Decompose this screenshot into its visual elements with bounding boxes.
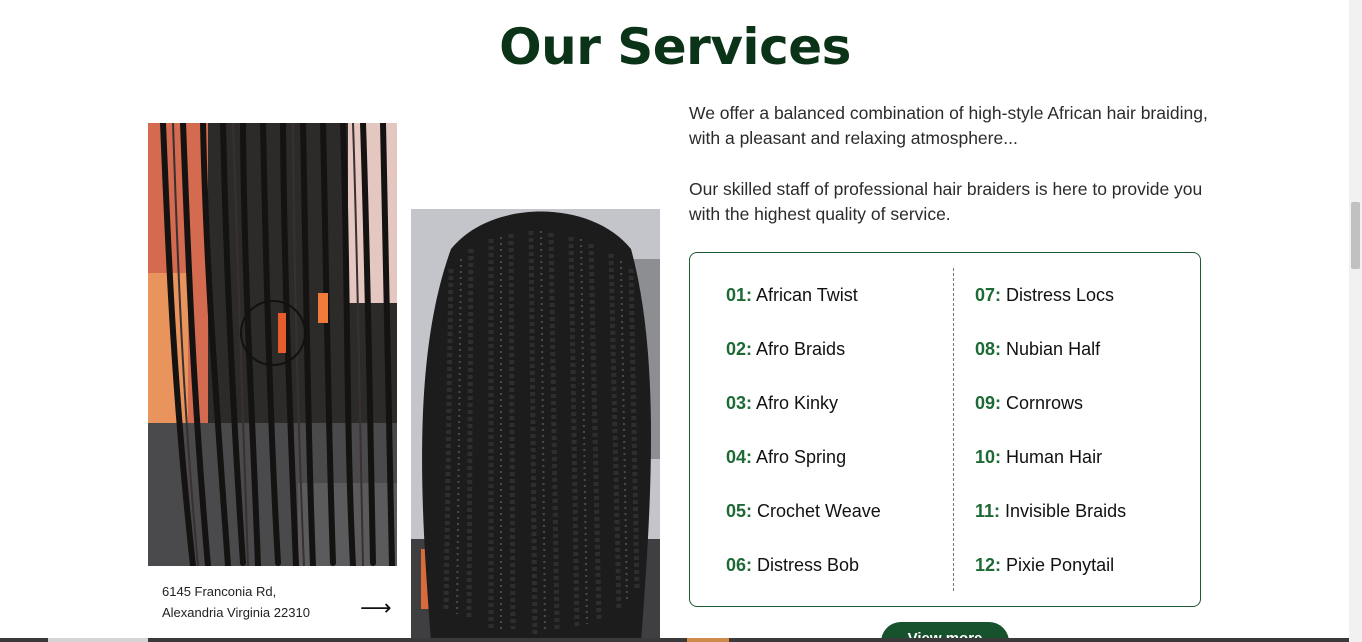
service-item: 02: Afro Braids <box>726 339 845 360</box>
service-number: 08: <box>975 339 1002 359</box>
service-item: 03: Afro Kinky <box>726 393 838 414</box>
box-braids-photo <box>148 123 397 566</box>
intro-paragraph-2: Our skilled staff of professional hair b… <box>689 179 1203 224</box>
service-item: 06: Distress Bob <box>726 555 859 576</box>
service-number: 03: <box>726 393 753 413</box>
service-number: 12: <box>975 555 1002 575</box>
service-number: 10: <box>975 447 1002 467</box>
service-item: 04: Afro Spring <box>726 447 846 468</box>
service-name: Cornrows <box>1006 393 1084 413</box>
service-item: 12: Pixie Ponytail <box>975 555 1114 576</box>
service-name: Distress Bob <box>757 555 860 575</box>
service-number: 04: <box>726 447 753 467</box>
page-scrollbar[interactable] <box>1349 0 1362 642</box>
service-name: African Twist <box>756 285 858 305</box>
service-number: 02: <box>726 339 753 359</box>
service-item: 11: Invisible Braids <box>975 501 1126 522</box>
arrow-right-icon[interactable]: ⟶ <box>360 596 392 621</box>
service-name: Nubian Half <box>1006 339 1101 359</box>
section-title: Our Services <box>499 18 851 76</box>
salon-address: 6145 Franconia Rd, Alexandria Virginia 2… <box>162 581 362 623</box>
service-item: 05: Crochet Weave <box>726 501 881 522</box>
service-name: Distress Locs <box>1006 285 1115 305</box>
service-item: 10: Human Hair <box>975 447 1102 468</box>
column-divider <box>953 268 954 591</box>
service-item: 09: Cornrows <box>975 393 1083 414</box>
service-number: 06: <box>726 555 753 575</box>
service-name: Crochet Weave <box>757 501 881 521</box>
service-name: Invisible Braids <box>1005 501 1127 521</box>
service-item: 01: African Twist <box>726 285 858 306</box>
service-item: 07: Distress Locs <box>975 285 1114 306</box>
address-line-2: Alexandria Virginia 22310 <box>162 605 310 620</box>
service-number: 01: <box>726 285 753 305</box>
service-number: 09: <box>975 393 1002 413</box>
next-section-edge <box>0 638 1349 642</box>
service-item: 08: Nubian Half <box>975 339 1100 360</box>
services-list: 01: African Twist 02: Afro Braids 03: Af… <box>689 252 1201 607</box>
service-name: Human Hair <box>1006 447 1103 467</box>
scrollbar-thumb[interactable] <box>1351 202 1360 269</box>
intro-paragraph-1: We offer a balanced combination of high-… <box>689 103 1208 148</box>
address-line-1: 6145 Franconia Rd, <box>162 584 277 599</box>
service-name: Afro Braids <box>756 339 846 359</box>
service-number: 07: <box>975 285 1002 305</box>
service-number: 05: <box>726 501 753 521</box>
twists-photo <box>411 209 660 642</box>
service-name: Afro Kinky <box>756 393 839 413</box>
service-name: Pixie Ponytail <box>1006 555 1115 575</box>
service-name: Afro Spring <box>756 447 847 467</box>
service-number: 11: <box>975 501 1001 521</box>
